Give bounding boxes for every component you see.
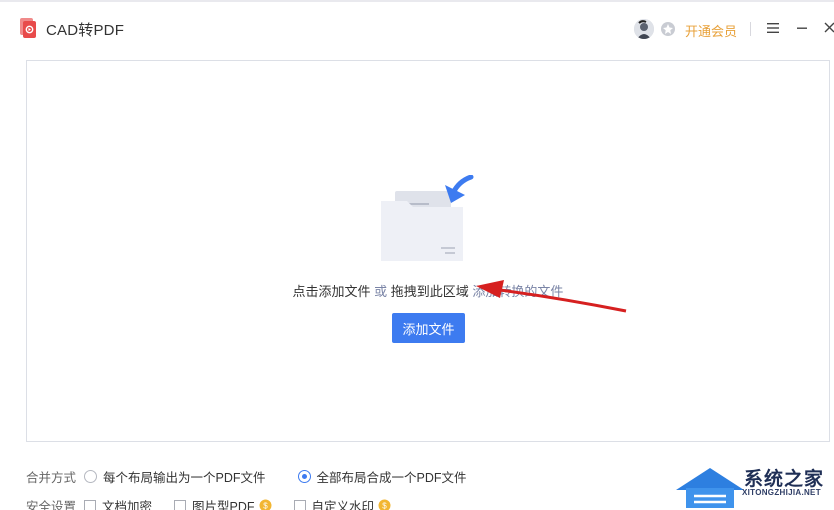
drop-text-click: 点击添加文件 (292, 284, 371, 299)
encrypt-checkbox[interactable] (84, 499, 97, 510)
security-option-encrypt[interactable]: 文档加密 (84, 496, 152, 510)
watermark-subtext: XITONGZHIJIA.NET (742, 488, 821, 497)
security-label: 安全设置 (26, 500, 77, 510)
image-pdf-checkbox[interactable] (174, 499, 187, 510)
merge-each-radio[interactable] (84, 470, 98, 483)
svg-text:$: $ (263, 502, 268, 510)
svg-text:$: $ (382, 502, 387, 510)
merge-option-each[interactable]: 每个布局输出为一个PDF文件 (84, 467, 266, 486)
drop-text-convert: 添加转换的文件 (468, 284, 564, 299)
add-file-button[interactable]: 添加文件 (392, 313, 465, 343)
security-option-watermark[interactable]: 自定义水印 $ (293, 496, 392, 510)
title-bar: CAD转PDF 开通会员 (0, 2, 834, 54)
merge-mode-label: 合并方式 (26, 471, 77, 485)
drop-text-or: 或 (370, 284, 391, 299)
security-option-image-pdf[interactable]: 图片型PDF $ (174, 496, 272, 510)
merge-all-radio[interactable] (297, 470, 311, 483)
watermark-checkbox[interactable] (293, 499, 306, 510)
vip-coin-icon: $ (259, 499, 272, 510)
vip-coin-icon (661, 22, 675, 36)
app-title: CAD转PDF (46, 22, 125, 39)
avatar-icon[interactable] (634, 19, 654, 39)
drop-instruction: 点击添加文件 或 拖拽到此区域 添加转换的文件 (27, 281, 829, 300)
merge-all-label: 全部布局合成一个PDF文件 (316, 471, 467, 485)
image-pdf-label: 图片型PDF (192, 500, 255, 510)
merge-mode-row: 合并方式 每个布局输出为一个PDF文件 全部布局合成一个PDF文件 (26, 467, 467, 486)
folder-upload-icon (381, 175, 474, 261)
security-row: 安全设置 文档加密 图片型PDF $ 自定义水印 $ (26, 496, 391, 510)
vip-coin-icon: $ (378, 499, 391, 510)
encrypt-label: 文档加密 (102, 500, 153, 510)
watermark-label: 自定义水印 (311, 500, 375, 510)
file-drop-zone[interactable]: 点击添加文件 或 拖拽到此区域 添加转换的文件 添加文件 (26, 60, 830, 442)
watermark-text: 系统之家 (744, 469, 825, 490)
merge-option-all[interactable]: 全部布局合成一个PDF文件 (297, 467, 467, 486)
merge-each-label: 每个布局输出为一个PDF文件 (103, 471, 266, 485)
vip-link[interactable]: 开通会员 (685, 21, 737, 40)
app-logo-icon (20, 18, 36, 38)
titlebar-divider (750, 22, 751, 36)
close-icon[interactable] (822, 20, 834, 36)
drop-text-drag: 拖拽到此区域 (390, 284, 469, 299)
hamburger-icon[interactable] (765, 20, 781, 36)
minimize-icon[interactable] (794, 20, 810, 36)
